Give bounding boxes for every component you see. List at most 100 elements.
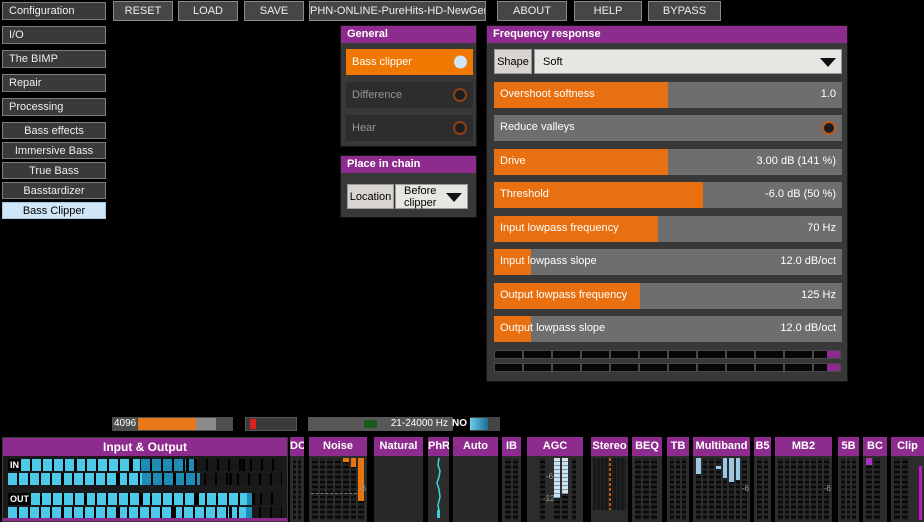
meter-threshold-line	[311, 493, 357, 494]
meter-track	[847, 458, 851, 520]
meter-panel-auto[interactable]: Auto	[453, 437, 498, 522]
topbar-button-reset[interactable]: RESET	[113, 1, 173, 21]
meter-panel-tb[interactable]: TB	[667, 437, 689, 522]
topbar-button-save[interactable]: SAVE	[244, 1, 304, 21]
meter-panel-title: PhR	[428, 437, 449, 456]
topbar-button-bypass[interactable]: BYPASS	[648, 1, 721, 21]
slider-value: 12.0 dB/oct	[780, 322, 836, 334]
buffer-label: 4096	[114, 418, 136, 429]
slider-input-lowpass-frequency[interactable]: Input lowpass frequency70 Hz	[494, 216, 842, 242]
sidebar-item-the-bimp[interactable]: The BIMP	[2, 50, 106, 68]
meter-track	[902, 458, 908, 520]
meter-panel-body	[502, 456, 521, 522]
sidebar-item-configuration[interactable]: Configuration	[2, 2, 106, 20]
meter-panel-body: -6	[693, 456, 750, 522]
location-dropdown[interactable]: Before clipper	[395, 184, 468, 209]
meter-panel-stereo[interactable]: Stereo	[591, 437, 628, 522]
sidebar-item-immersive-bass[interactable]: Immersive Bass	[2, 142, 106, 159]
meter-panel-multiband[interactable]: Multiband-6	[693, 437, 750, 522]
meter-panel-phr[interactable]: PhR	[428, 437, 449, 522]
meter-track	[723, 458, 728, 520]
meter-track	[709, 458, 714, 520]
meter-track	[651, 458, 657, 520]
meter-track	[703, 458, 708, 520]
meter-track	[351, 458, 357, 520]
meter-track	[841, 458, 845, 520]
mono-gauge-fill	[470, 418, 488, 430]
meter-track	[894, 458, 900, 520]
io-meter-fill	[31, 493, 282, 505]
meter-track	[798, 458, 803, 520]
meter-panel-beq[interactable]: BEQ	[632, 437, 662, 522]
meter-panel-natural[interactable]: Natural	[374, 437, 423, 522]
meter-track	[320, 458, 326, 520]
slider-threshold[interactable]: Threshold -6.0 dB (50 %)	[494, 182, 842, 208]
sidebar-item-processing[interactable]: Processing	[2, 98, 106, 116]
chevron-down-icon	[446, 193, 462, 202]
slider-label: Threshold	[500, 188, 549, 200]
sidebar-item-repair[interactable]: Repair	[2, 74, 106, 92]
meter-panel-clip[interactable]: Clip	[891, 437, 924, 522]
radio-icon[interactable]	[822, 121, 836, 135]
meter-panel-bc[interactable]: BC	[863, 437, 887, 522]
slider-output-lowpass-frequency[interactable]: Output lowpass frequency125 Hz	[494, 283, 842, 309]
meter-tick-label: -6	[824, 484, 831, 493]
meter-panel-title: Auto	[453, 437, 498, 456]
meter-track	[818, 458, 823, 520]
mono-gauge[interactable]	[470, 417, 500, 431]
topbar-button-about[interactable]: ABOUT	[497, 1, 567, 21]
meter-panel-body	[374, 456, 423, 522]
radio-icon[interactable]	[453, 88, 467, 102]
radio-icon[interactable]	[453, 121, 467, 135]
buffer-gauge[interactable]: 4096	[112, 417, 233, 431]
meter-track	[554, 458, 560, 520]
meter-panel-b5[interactable]: B5	[754, 437, 771, 522]
topbar-button-phn-online-purehits-hd-newgen-st9[interactable]: PHN-ONLINE-PureHits-HD-NewGen-ST9	[309, 1, 486, 21]
general-option-bass-clipper[interactable]: Bass clipper	[346, 49, 473, 75]
agc-gain-bar	[562, 458, 568, 494]
meter-panel-title: AGC	[527, 437, 583, 456]
sidebar-item-true-bass[interactable]: True Bass	[2, 162, 106, 179]
meter-track	[505, 458, 511, 520]
sidebar-item-bass-clipper[interactable]: Bass Clipper	[2, 202, 106, 219]
meter-panel-agc[interactable]: AGC-6-12	[527, 437, 583, 522]
topbar-button-help[interactable]: HELP	[574, 1, 642, 21]
meter-panel-ib[interactable]: IB	[502, 437, 521, 522]
slider-drive[interactable]: Drive3.00 dB (141 %)	[494, 149, 842, 175]
sidebar-item-basstardizer[interactable]: Basstardizer	[2, 182, 106, 199]
meter-panel-5b[interactable]: 5B	[838, 437, 859, 522]
radio-selected-icon[interactable]	[454, 56, 467, 69]
general-option-difference[interactable]: Difference	[346, 82, 473, 108]
meter-panel-title: DC	[290, 437, 304, 456]
meter-panel-body	[891, 456, 924, 522]
band-range-marker	[364, 420, 377, 428]
meter-panel-mb2[interactable]: MB2-6	[775, 437, 832, 522]
place-in-chain-panel: Place in chain Location Before clipper	[340, 155, 477, 218]
sidebar-item-i-o[interactable]: I/O	[2, 26, 106, 44]
slider-input-lowpass-slope[interactable]: Input lowpass slope12.0 dB/oct	[494, 249, 842, 275]
slider-label: Input lowpass frequency	[500, 222, 619, 234]
slider-value: -6.0 dB (50 %)	[765, 188, 836, 200]
app-window: { "topbar": { "buttons": ["RESET", "LOAD…	[0, 0, 924, 522]
general-option-hear[interactable]: Hear	[346, 115, 473, 141]
topbar-button-load[interactable]: LOAD	[178, 1, 238, 21]
meter-track	[513, 458, 519, 520]
general-option-label: Bass clipper	[352, 56, 412, 68]
slider-overshoot-softness[interactable]: Overshoot softness1.0	[494, 82, 842, 108]
shape-dropdown[interactable]: Soft	[534, 49, 842, 74]
meter-track	[335, 458, 341, 520]
cpu-gauge	[245, 417, 297, 431]
meter-track	[729, 458, 734, 520]
meter-level-bar	[716, 466, 721, 469]
meter-panel-noise[interactable]: Noise-6	[309, 437, 367, 522]
slider-output-lowpass-slope[interactable]: Output lowpass slope12.0 dB/oct	[494, 316, 842, 342]
meter-panel-title: Natural	[374, 437, 423, 456]
meter-panel-dc[interactable]: DC	[290, 437, 304, 522]
sidebar-item-bass-effects[interactable]: Bass effects	[2, 122, 106, 139]
toggle-reduce-valleys[interactable]: Reduce valleys	[494, 115, 842, 141]
io-meter-row-in: IN	[8, 459, 282, 471]
meter-panel-body	[591, 456, 628, 522]
general-panel-title: General	[341, 26, 476, 43]
meter-panel-title: BEQ	[632, 437, 662, 456]
meter-track	[757, 458, 762, 520]
